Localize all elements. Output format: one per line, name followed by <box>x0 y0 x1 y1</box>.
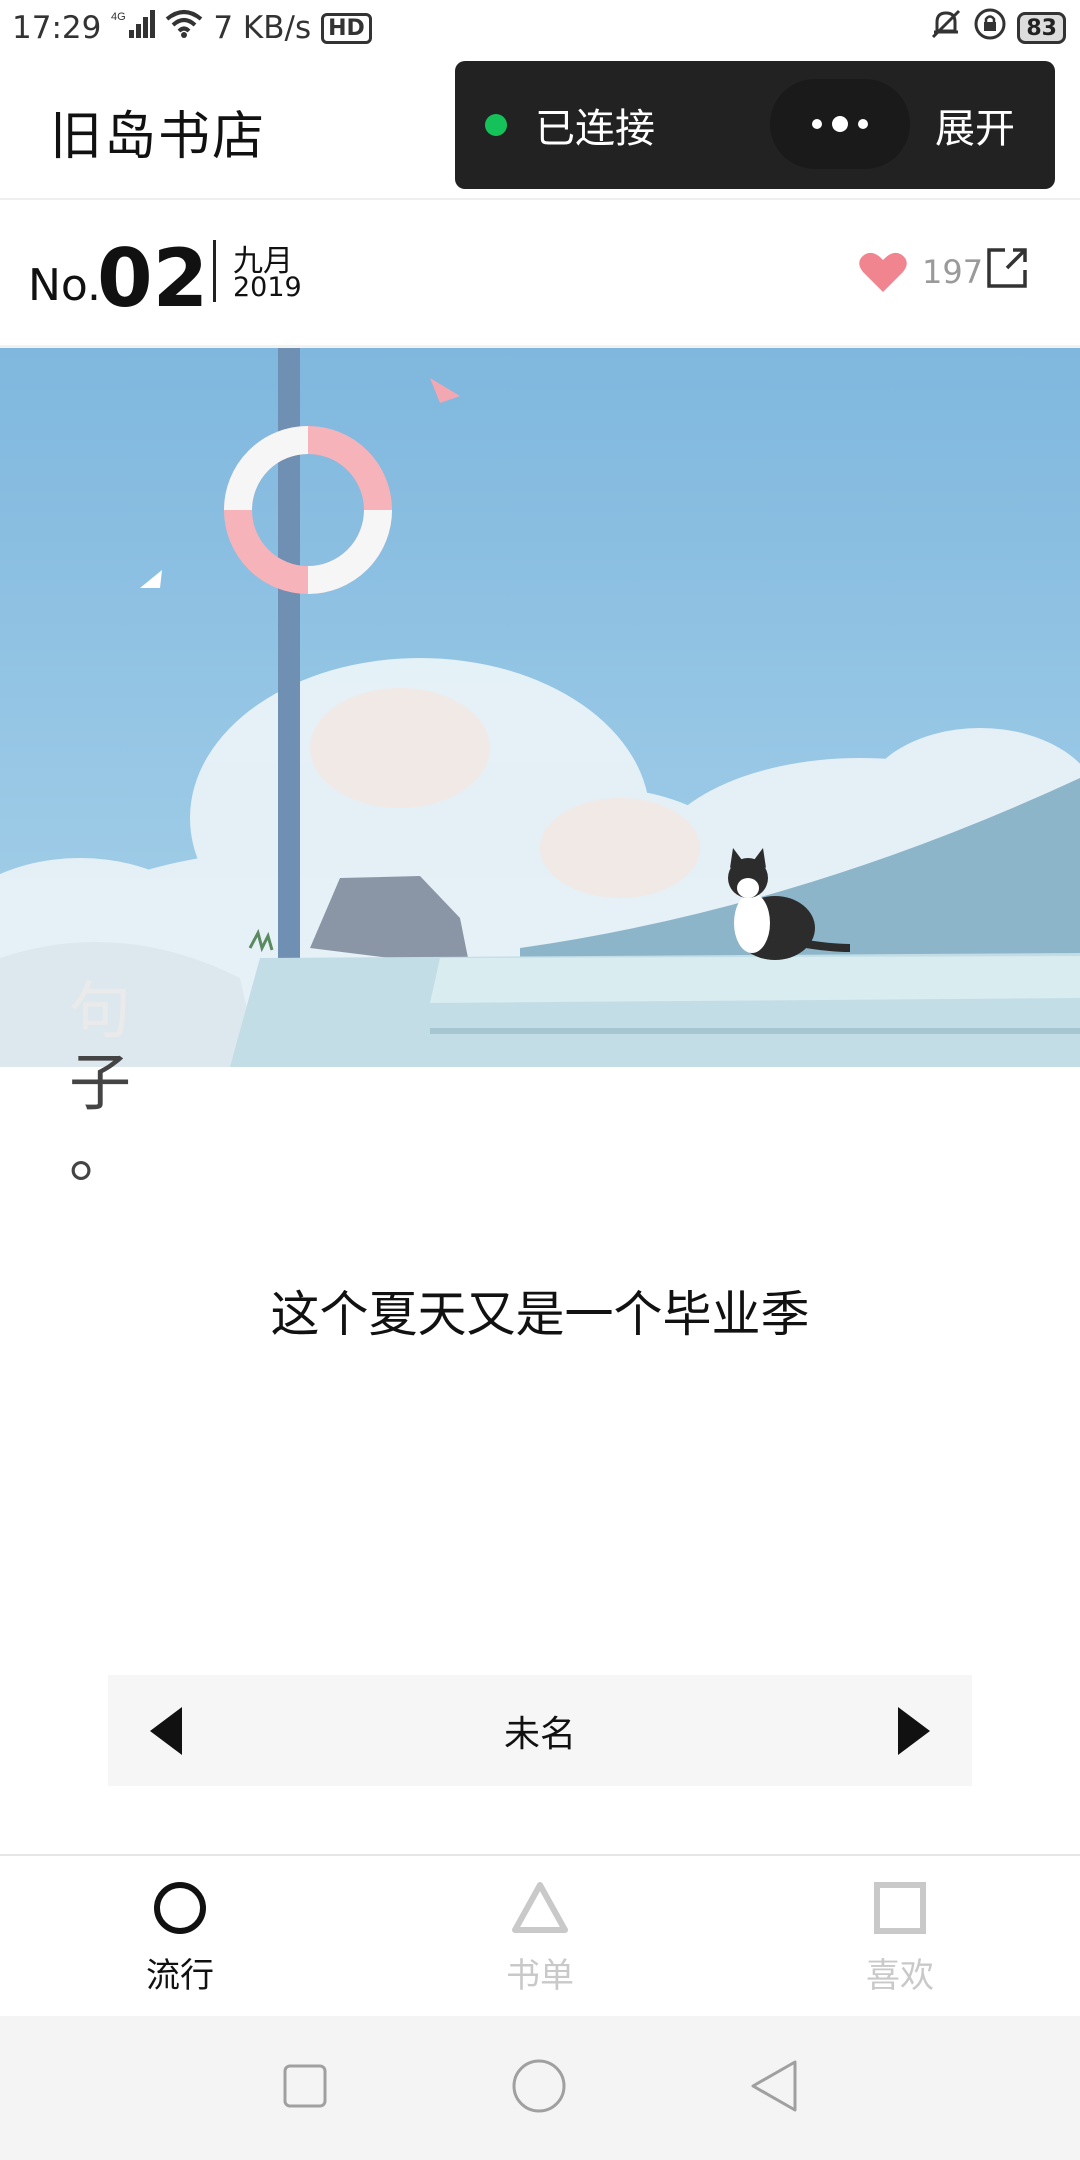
type-char: 句 <box>68 974 131 1047</box>
wifi-icon <box>165 9 203 47</box>
issue-year: 2019 <box>233 272 302 303</box>
rotation-lock-icon <box>973 7 1007 49</box>
app-header: 旧岛书店 已连接 展开 <box>0 56 1080 200</box>
issue-number: 02 <box>97 232 209 325</box>
connected-dot-icon <box>485 114 507 136</box>
content-text: 这个夏天又是一个毕业季 <box>270 1286 810 1343</box>
share-icon[interactable] <box>985 246 1029 294</box>
dot-icon <box>812 119 822 129</box>
back-icon[interactable] <box>749 2058 799 2118</box>
like-button[interactable]: 197 <box>858 250 983 294</box>
connection-capsule[interactable]: 已连接 展开 <box>455 61 1055 189</box>
triangle-left-icon <box>150 1707 182 1755</box>
divider <box>213 240 216 302</box>
status-bar: 17:29 4G 7 KB/s HD 83 <box>0 0 1080 56</box>
mute-bell-icon <box>929 7 963 49</box>
app-title: 旧岛书店 <box>50 107 267 167</box>
type-char: 子 <box>68 1046 131 1119</box>
like-count: 197 <box>922 253 984 291</box>
connection-status: 已连接 <box>535 106 655 152</box>
expand-button[interactable]: 展开 <box>935 96 1015 154</box>
tab-label: 喜欢 <box>866 1956 934 1996</box>
heart-icon <box>859 252 907 292</box>
type-label: 句 子 。 <box>60 975 140 1191</box>
hd-icon: HD <box>321 12 372 44</box>
battery-icon: 83 <box>1017 12 1066 44</box>
player-title: 未名 <box>503 1713 576 1755</box>
tab-favorites[interactable]: 喜欢 <box>720 1856 1080 2016</box>
triangle-icon <box>512 1882 568 1933</box>
cover-illustration <box>0 348 1080 1067</box>
tab-bar: 流行 书单 喜欢 <box>0 1854 1080 2016</box>
home-icon[interactable] <box>511 2058 567 2118</box>
network-speed: 7 KB/s <box>213 10 312 46</box>
dot-icon <box>832 116 848 132</box>
recent-apps-icon[interactable] <box>281 2062 329 2114</box>
system-nav-bar <box>0 2016 1080 2160</box>
tab-popular[interactable]: 流行 <box>0 1856 360 2016</box>
type-char: 。 <box>68 1118 131 1191</box>
clock: 17:29 <box>12 10 102 46</box>
more-button[interactable] <box>770 79 910 169</box>
music-player: 未名 <box>108 1675 972 1786</box>
triangle-right-icon <box>898 1707 930 1755</box>
next-button[interactable] <box>894 1705 934 1761</box>
circle-icon <box>154 1882 206 1934</box>
issue-bar: No. 02 九月 2019 197 <box>0 200 1080 348</box>
previous-button[interactable] <box>146 1705 186 1761</box>
issue-no-label: No. <box>28 260 102 311</box>
svg-text:4G: 4G <box>111 11 126 23</box>
tab-booklist[interactable]: 书单 <box>360 1856 720 2016</box>
tab-label: 流行 <box>146 1956 214 1996</box>
square-icon <box>874 1882 926 1934</box>
dot-icon <box>858 119 868 129</box>
signal-icon: 4G <box>111 8 156 48</box>
tab-label: 书单 <box>506 1956 574 1996</box>
